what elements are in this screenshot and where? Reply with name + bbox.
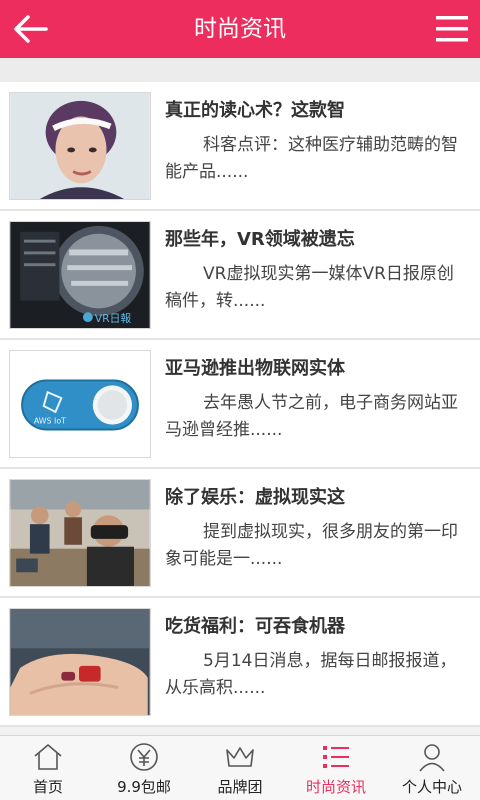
article-thumbnail xyxy=(9,479,151,587)
article-item[interactable]: AWS IoT 亚马逊推出物联网实体 去年愚人节之前，电子商务网站亚马逊曾经推.… xyxy=(0,340,480,469)
article-summary: 去年愚人节之前，电子商务网站亚马逊曾经推...... xyxy=(165,393,458,440)
header-spacer xyxy=(0,58,480,82)
article-title: 吃货福利：可吞食机器 xyxy=(165,616,345,637)
tab-personal-center[interactable]: 个人中心 xyxy=(384,736,480,800)
vr-headset-users-image xyxy=(10,480,150,586)
article-item[interactable]: 除了娱乐：虚拟现实这 提到虚拟现实，很多朋友的第一印象可能是一...... xyxy=(0,469,480,598)
app-header: 时尚资讯 xyxy=(0,0,480,58)
tab-label: 时尚资讯 xyxy=(305,778,366,796)
page-title: 时尚资讯 xyxy=(194,16,286,42)
tab-label: 品牌团 xyxy=(217,778,263,796)
article-title: 亚马逊推出物联网实体 xyxy=(165,358,345,379)
article-summary: 科客点评：这种医疗辅助范畴的智能产品...... xyxy=(165,135,458,182)
home-icon xyxy=(34,744,62,770)
article-item[interactable]: 真正的读心术？这款智 科客点评：这种医疗辅助范畴的智能产品...... xyxy=(0,82,480,211)
article-thumbnail: AWS IoT xyxy=(9,350,151,458)
article-item[interactable]: 吃货福利：可吞食机器 5月14日消息，据每日邮报报道，从乐高积...... xyxy=(0,598,480,727)
user-icon xyxy=(419,744,445,772)
yen-coin-icon xyxy=(130,743,158,771)
tab-label: 个人中心 xyxy=(401,778,462,796)
hamburger-menu-icon[interactable] xyxy=(434,13,470,45)
crown-icon xyxy=(226,747,254,767)
svg-text:VR日報: VR日報 xyxy=(95,312,132,325)
aws-iot-button-image: AWS IoT xyxy=(10,351,150,457)
robot-on-hand-image xyxy=(10,609,150,715)
article-summary: 5月14日消息，据每日邮报报道，从乐高积...... xyxy=(165,651,457,698)
article-thumbnail xyxy=(9,92,151,200)
tab-label: 9.9包邮 xyxy=(117,778,171,796)
article-title: 除了娱乐：虚拟现实这 xyxy=(165,487,345,508)
tab-9-9-free-shipping[interactable]: 9.9包邮 xyxy=(96,736,192,800)
article-list: 真正的读心术？这款智 科客点评：这种医疗辅助范畴的智能产品...... VR日報… xyxy=(0,82,480,727)
vr-circuit-image: VR日報 xyxy=(10,222,150,328)
svg-text:AWS IoT: AWS IoT xyxy=(34,417,66,426)
tab-home[interactable]: 首页 xyxy=(0,736,96,800)
bottom-tab-bar: 首页 9.9包邮 品牌团 时尚资讯 个人中心 xyxy=(0,735,480,800)
woman-headband-image xyxy=(10,93,150,199)
article-thumbnail xyxy=(9,608,151,716)
article-item[interactable]: VR日報 那些年，VR领域被遗忘 VR虚拟现实第一媒体VR日报原创稿件，转...… xyxy=(0,211,480,340)
tab-brand-group[interactable]: 品牌团 xyxy=(192,736,288,800)
list-icon xyxy=(323,746,349,768)
article-summary: VR虚拟现实第一媒体VR日报原创稿件，转...... xyxy=(165,264,454,311)
article-summary: 提到虚拟现实，很多朋友的第一印象可能是一...... xyxy=(165,522,458,569)
article-thumbnail: VR日報 xyxy=(9,221,151,329)
tab-label: 首页 xyxy=(32,778,63,796)
tab-fashion-news[interactable]: 时尚资讯 xyxy=(288,736,384,800)
article-title: 真正的读心术？这款智 xyxy=(165,100,345,121)
article-title: 那些年，VR领域被遗忘 xyxy=(165,229,355,250)
